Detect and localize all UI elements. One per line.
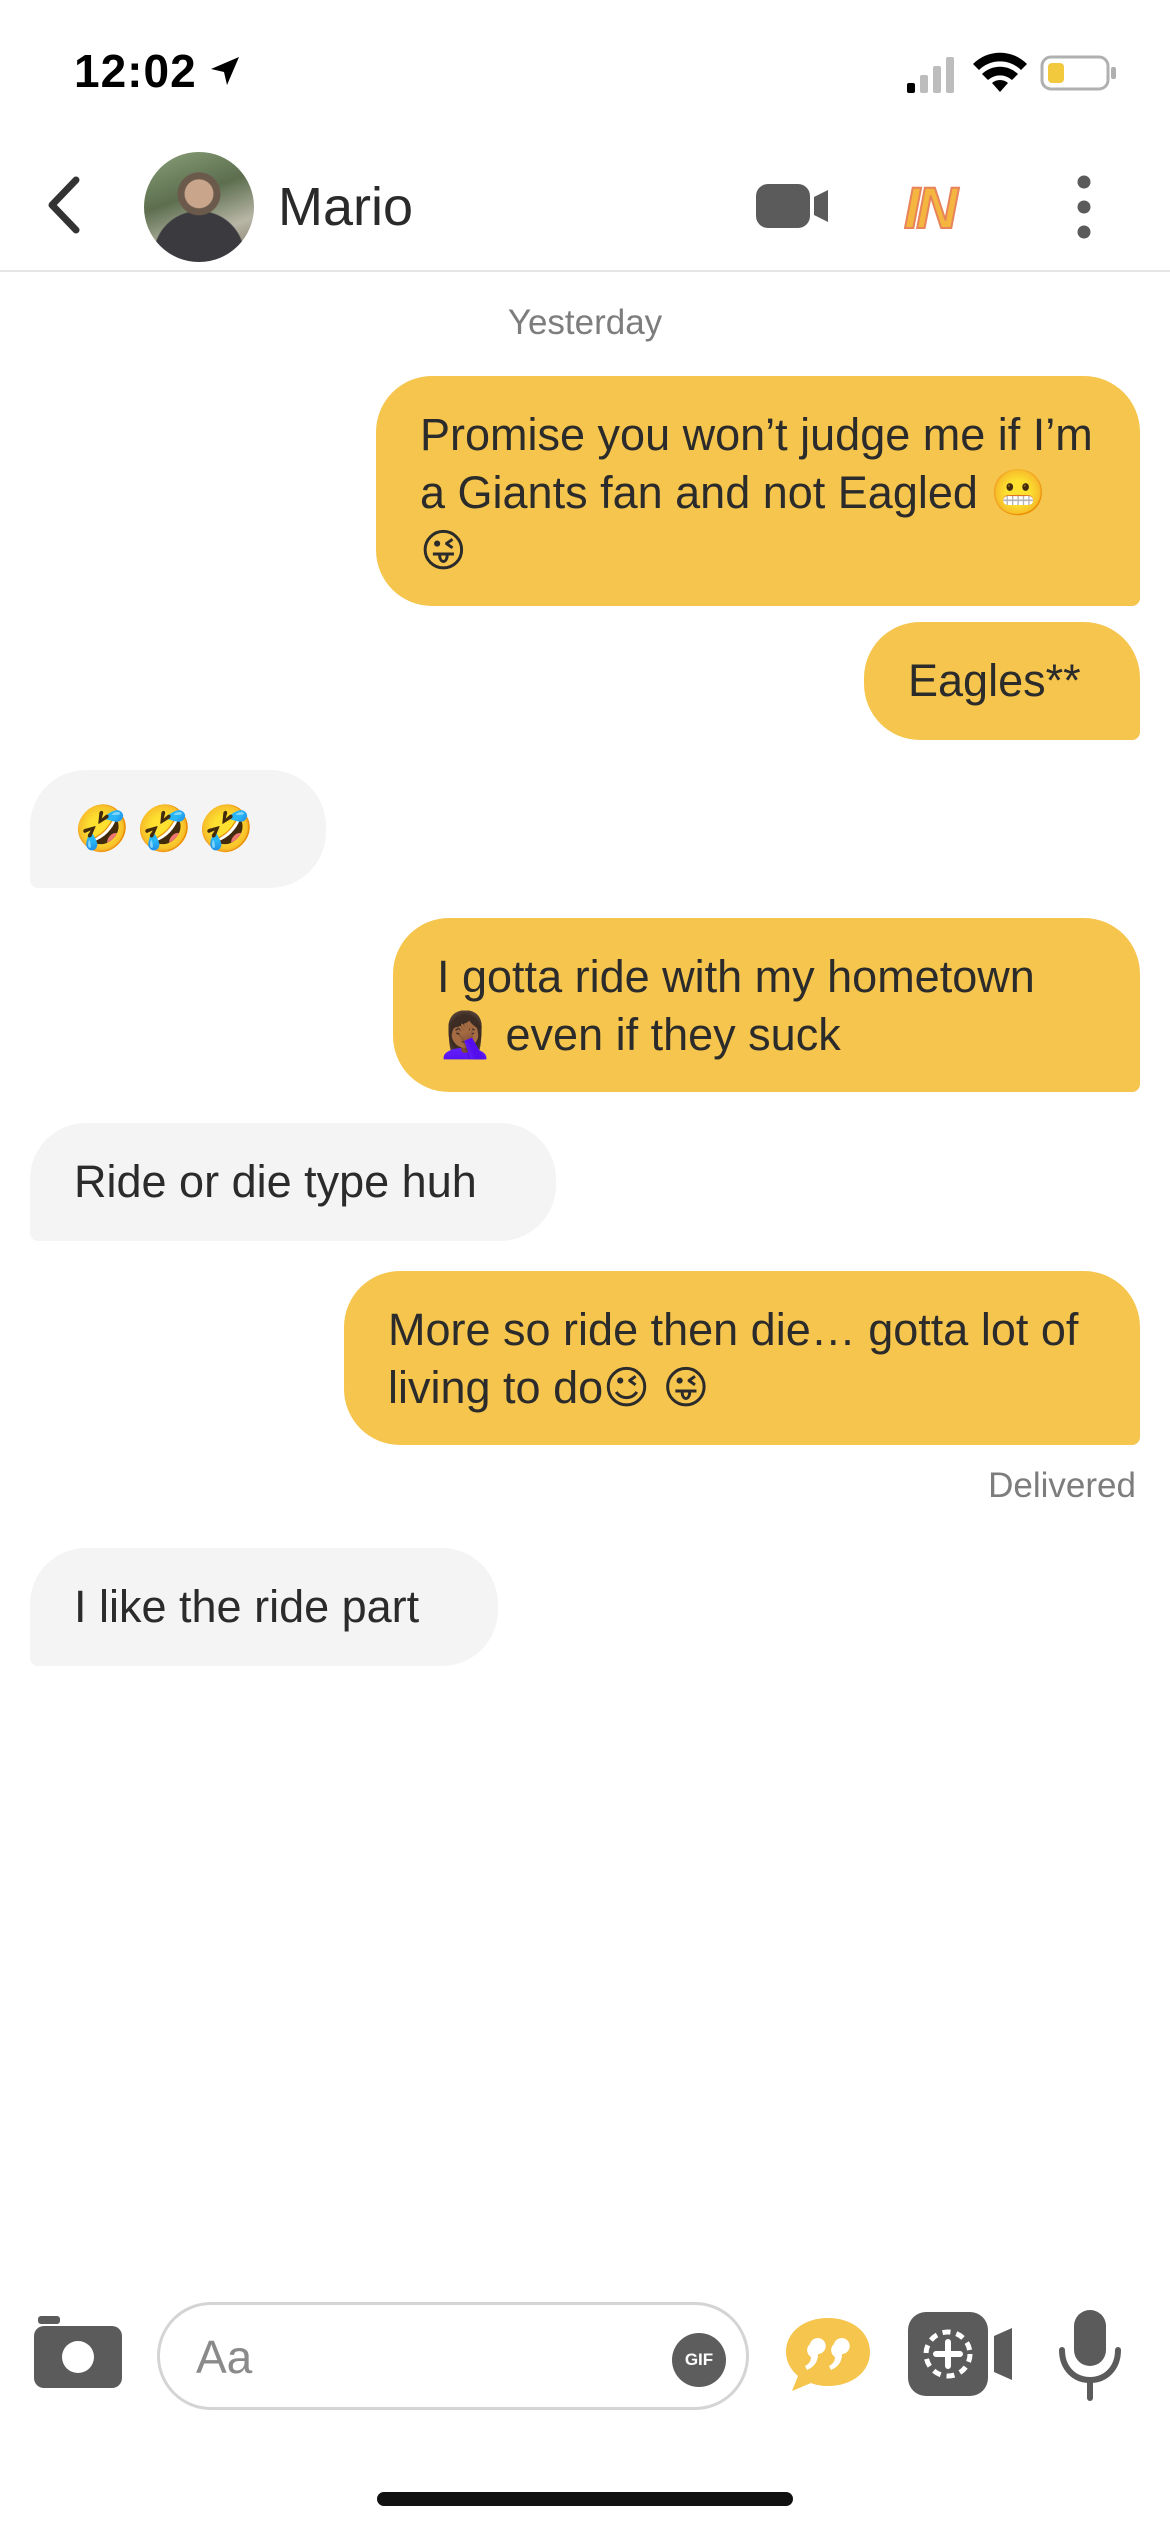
incoming-message[interactable]: 🤣🤣🤣 — [30, 770, 326, 888]
delivered-status: Delivered — [988, 1466, 1136, 1505]
outgoing-message[interactable]: I gotta ride with my hometown 🤦🏾‍♀️ even… — [393, 918, 1140, 1092]
message-input-field[interactable]: GIF — [157, 2302, 749, 2410]
message-text: 🤣🤣🤣 — [74, 802, 261, 855]
more-vertical-icon[interactable] — [1064, 172, 1104, 242]
message-text: More so ride then die… gotta lot of livi… — [388, 1304, 1079, 1413]
date-separator: Yesterday — [507, 303, 663, 342]
video-camera-icon[interactable] — [752, 180, 832, 232]
incoming-message[interactable]: Ride or die type huh — [30, 1123, 556, 1241]
incoming-message[interactable]: I like the ride part — [30, 1548, 498, 1666]
camera-icon[interactable] — [32, 2314, 124, 2390]
message-input[interactable] — [196, 2327, 616, 2387]
back-chevron-icon[interactable] — [36, 170, 96, 240]
wifi-icon — [973, 52, 1027, 92]
battery-icon — [1040, 55, 1116, 91]
svg-text:IN: IN — [904, 176, 959, 238]
add-media-icon[interactable] — [904, 2308, 1016, 2400]
message-text: I like the ride part — [74, 1581, 420, 1632]
status-time: 12:02 — [74, 45, 197, 97]
cellular-signal-icon — [907, 57, 954, 93]
message-composer: GIF — [0, 2290, 1170, 2420]
home-indicator[interactable] — [377, 2492, 793, 2506]
gif-icon[interactable]: GIF — [672, 2333, 726, 2387]
quote-icon[interactable] — [782, 2314, 874, 2394]
location-arrow-icon — [211, 57, 239, 85]
chat-header: Mario IN — [0, 140, 1170, 272]
in-boost-icon[interactable]: IN — [898, 172, 978, 238]
status-bar: 12:02 — [0, 0, 1170, 140]
outgoing-message[interactable]: More so ride then die… gotta lot of livi… — [344, 1271, 1140, 1445]
contact-name[interactable]: Mario — [278, 176, 413, 238]
microphone-icon[interactable] — [1054, 2306, 1126, 2404]
avatar[interactable] — [144, 152, 254, 262]
outgoing-message[interactable]: Promise you won’t judge me if I’m a Gian… — [376, 376, 1140, 606]
message-text: Ride or die type huh — [74, 1156, 477, 1207]
message-text: Eagles** — [908, 655, 1081, 706]
message-text: I gotta ride with my hometown 🤦🏾‍♀️ even… — [437, 951, 1035, 1060]
outgoing-message[interactable]: Eagles** — [864, 622, 1140, 740]
message-text: Promise you won’t judge me if I’m a Gian… — [420, 409, 1093, 576]
